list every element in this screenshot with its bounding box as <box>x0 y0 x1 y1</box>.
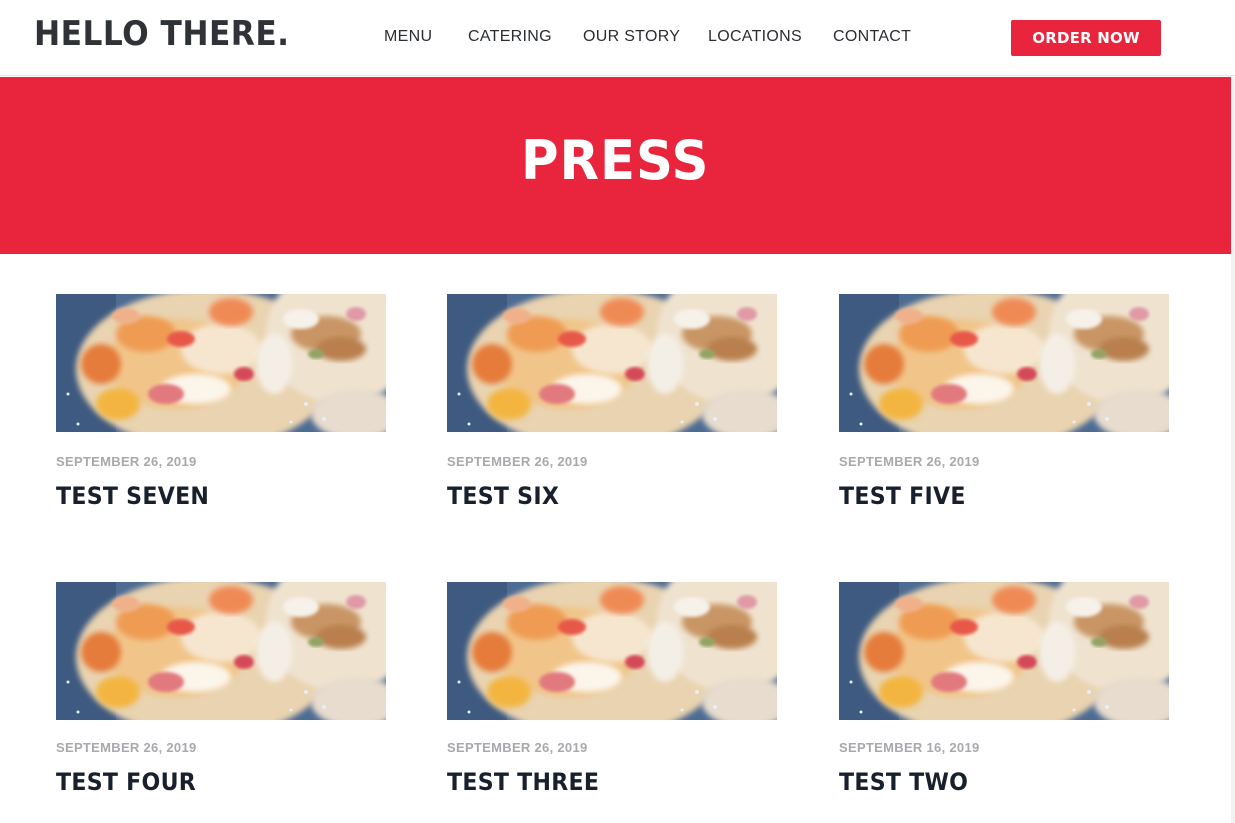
press-card[interactable]: SEPTEMBER 26, 2019 TEST SIX <box>447 294 777 510</box>
press-card-image[interactable] <box>447 294 777 432</box>
press-card[interactable]: SEPTEMBER 26, 2019 TEST FIVE <box>839 294 1169 510</box>
press-card-image[interactable] <box>56 582 386 720</box>
press-card-image[interactable] <box>839 294 1169 432</box>
nav-item-catering[interactable]: CATERING <box>468 27 552 47</box>
nav-item-our-story[interactable]: OUR STORY <box>583 27 680 47</box>
press-card-title[interactable]: TEST SIX <box>447 482 559 510</box>
scrollbar-track[interactable] <box>1231 77 1235 823</box>
page-title: PRESS <box>521 129 710 192</box>
press-card-image[interactable] <box>56 294 386 432</box>
press-card-date: SEPTEMBER 26, 2019 <box>839 454 980 469</box>
nav-item-contact[interactable]: CONTACT <box>833 27 911 47</box>
order-now-button[interactable]: ORDER NOW <box>1011 20 1161 56</box>
press-card-image[interactable] <box>839 582 1169 720</box>
site-logo[interactable]: HELLO THERE. <box>34 14 290 54</box>
site-header: HELLO THERE. MENU CATERING OUR STORY LOC… <box>0 0 1235 76</box>
press-card-title[interactable]: TEST SEVEN <box>56 482 209 510</box>
press-card-date: SEPTEMBER 16, 2019 <box>839 740 980 755</box>
press-card[interactable]: SEPTEMBER 26, 2019 TEST FOUR <box>56 582 386 796</box>
press-card-date: SEPTEMBER 26, 2019 <box>56 740 197 755</box>
press-card[interactable]: SEPTEMBER 26, 2019 TEST SEVEN <box>56 294 386 510</box>
press-card[interactable]: SEPTEMBER 26, 2019 TEST THREE <box>447 582 777 796</box>
nav-item-locations[interactable]: LOCATIONS <box>708 27 802 47</box>
nav-item-menu[interactable]: MENU <box>384 27 432 47</box>
page-hero: PRESS <box>0 77 1231 254</box>
press-card-date: SEPTEMBER 26, 2019 <box>56 454 197 469</box>
press-card-date: SEPTEMBER 26, 2019 <box>447 740 588 755</box>
press-card[interactable]: SEPTEMBER 16, 2019 TEST TWO <box>839 582 1169 796</box>
press-card-title[interactable]: TEST THREE <box>447 768 599 796</box>
press-card-date: SEPTEMBER 26, 2019 <box>447 454 588 469</box>
press-card-title[interactable]: TEST FIVE <box>839 482 966 510</box>
press-card-title[interactable]: TEST TWO <box>839 768 968 796</box>
press-card-image[interactable] <box>447 582 777 720</box>
press-card-title[interactable]: TEST FOUR <box>56 768 196 796</box>
